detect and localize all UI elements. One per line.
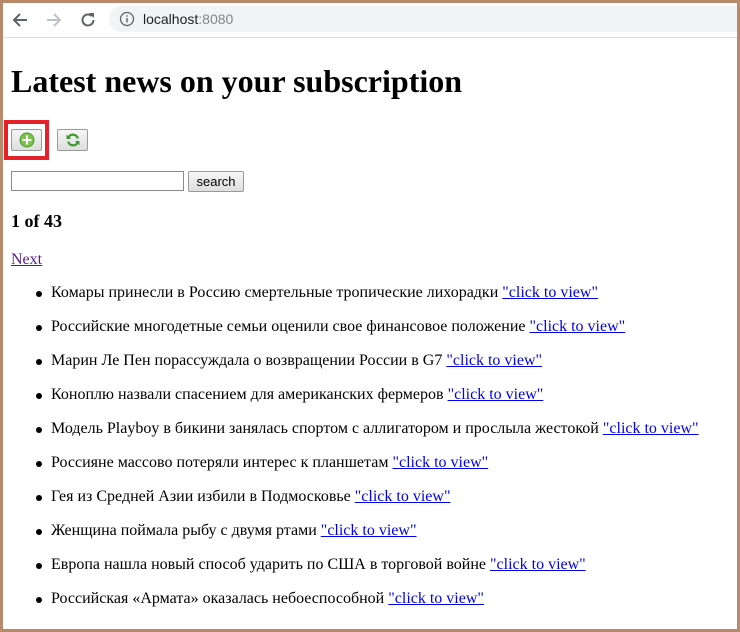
news-item: Коноплю назвали спасением для американск…: [11, 385, 731, 419]
bullet-icon: [36, 529, 42, 535]
click-to-view-link[interactable]: "click to view": [446, 352, 542, 369]
bullet-icon: [36, 495, 42, 501]
news-headline: Россияне массово потеряли интерес к план…: [51, 454, 389, 471]
click-to-view-link[interactable]: "click to view": [502, 284, 598, 301]
bullet-icon: [36, 461, 42, 467]
reload-icon[interactable]: [77, 9, 99, 31]
news-headline: Российские многодетные семьи оценили сво…: [51, 318, 526, 335]
search-input[interactable]: [11, 171, 184, 191]
news-headline: Российская «Армата» оказалась небоеспосо…: [51, 590, 385, 607]
click-to-view-link[interactable]: "click to view": [603, 420, 699, 437]
click-to-view-link[interactable]: "click to view": [355, 488, 451, 505]
browser-window: localhost:8080 Latest news on your subsc…: [3, 3, 737, 629]
refresh-icon: [66, 133, 79, 147]
search-button[interactable]: search: [188, 171, 244, 192]
url-host: localhost: [143, 11, 199, 27]
bullet-icon: [36, 393, 42, 399]
add-circle-icon: [19, 132, 34, 148]
news-item: Российская «Армата» оказалась небоеспосо…: [11, 589, 731, 623]
bullet-icon: [36, 359, 42, 365]
news-headline: Модель Playboy в бикини занялась спортом…: [51, 420, 599, 437]
bullet-icon: [36, 325, 42, 331]
news-item: Гея из Средней Азии избили в Подмосковье…: [11, 487, 731, 521]
page-title: Latest news on your subscription: [11, 63, 463, 99]
add-button[interactable]: [11, 129, 42, 151]
news-headline: Женщина поймала рыбу с двумя ртами: [51, 522, 317, 539]
click-to-view-link[interactable]: "click to view": [388, 590, 484, 607]
refresh-button[interactable]: [57, 129, 88, 151]
news-item: Комары принесли в Россию смертельные тро…: [11, 283, 731, 317]
news-headline: Марин Ле Пен порассуждала о возвращении …: [51, 352, 443, 369]
news-item: Европа нашла новый способ ударить по США…: [11, 555, 731, 589]
info-icon[interactable]: [119, 11, 135, 27]
url-port: :8080: [198, 11, 234, 27]
bullet-icon: [36, 563, 42, 569]
news-list: Комары принесли в Россию смертельные тро…: [11, 283, 731, 623]
click-to-view-link[interactable]: "click to view": [490, 556, 586, 573]
click-to-view-link[interactable]: "click to view": [392, 454, 488, 471]
news-item: Российские многодетные семьи оценили сво…: [11, 317, 731, 351]
back-arrow-icon[interactable]: [9, 9, 31, 31]
bullet-icon: [36, 597, 42, 603]
address-bar[interactable]: localhost:8080: [109, 6, 737, 32]
news-headline: Европа нашла новый способ ударить по США…: [51, 556, 486, 573]
news-headline: Коноплю назвали спасением для американск…: [51, 386, 444, 403]
news-item: Женщина поймала рыбу с двумя ртами "clic…: [11, 521, 731, 555]
news-item: Россияне массово потеряли интерес к план…: [11, 453, 731, 487]
next-page-link[interactable]: Next: [11, 250, 42, 270]
url-text: localhost:8080: [143, 11, 233, 27]
browser-toolbar: localhost:8080: [3, 3, 737, 38]
click-to-view-link[interactable]: "click to view": [529, 318, 625, 335]
news-headline: Гея из Средней Азии избили в Подмосковье: [51, 488, 351, 505]
news-headline: Комары принесли в Россию смертельные тро…: [51, 284, 499, 301]
click-to-view-link[interactable]: "click to view": [321, 522, 417, 539]
bullet-icon: [36, 291, 42, 297]
forward-arrow-icon[interactable]: [43, 9, 65, 31]
click-to-view-link[interactable]: "click to view": [448, 386, 544, 403]
news-item: Модель Playboy в бикини занялась спортом…: [11, 419, 731, 453]
news-item: Марин Ле Пен порассуждала о возвращении …: [11, 351, 731, 385]
bullet-icon: [36, 427, 42, 433]
page-counter: 1 of 43: [11, 211, 62, 231]
